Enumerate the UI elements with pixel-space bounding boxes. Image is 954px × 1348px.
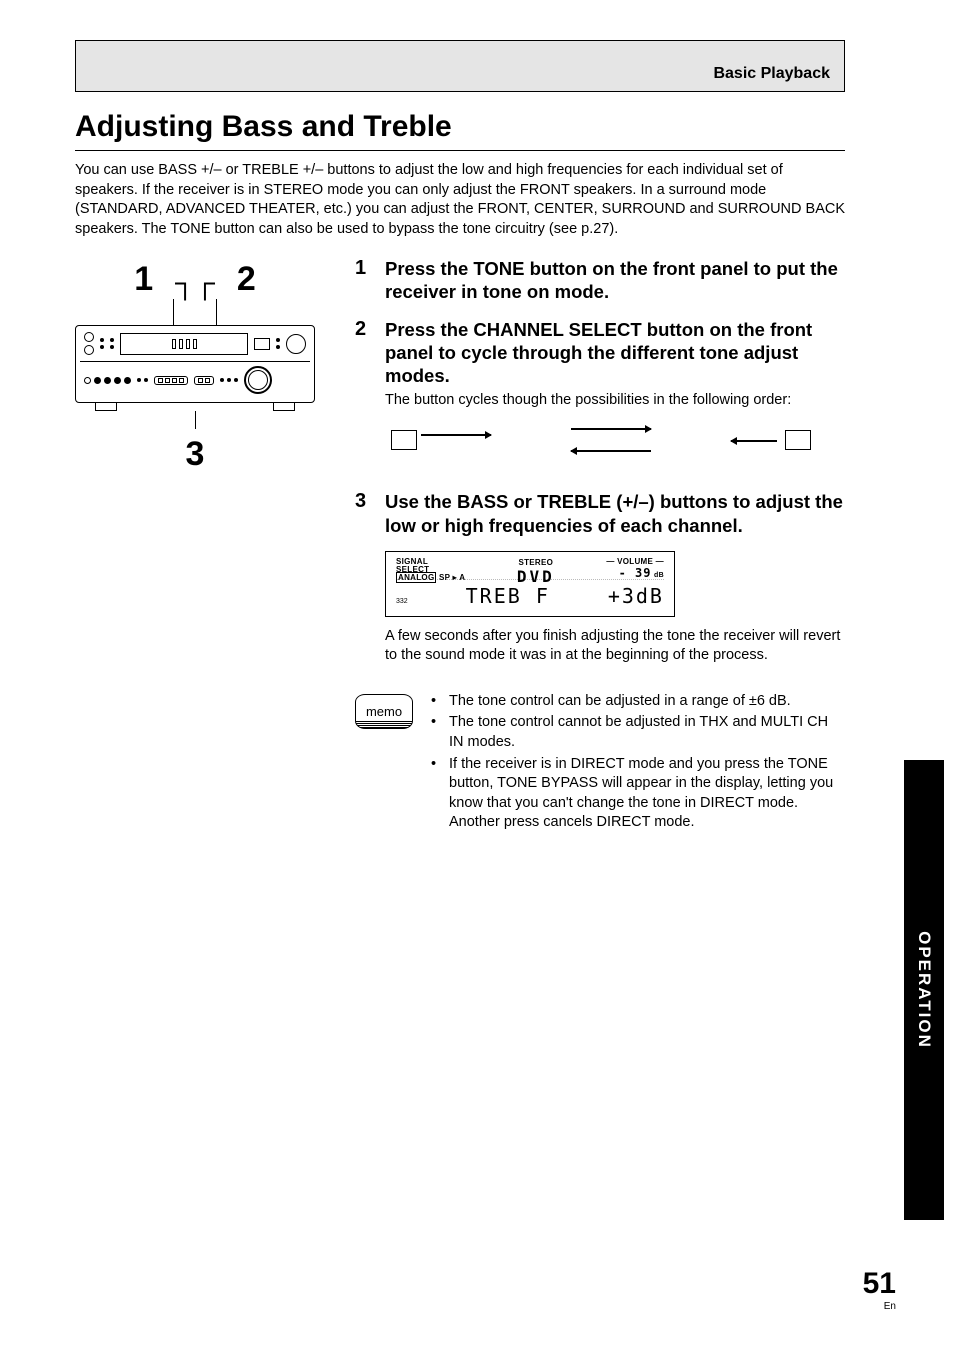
lcd-volume-label: — VOLUME — — [606, 558, 664, 566]
cycle-diagram — [385, 424, 845, 458]
page-title: Adjusting Bass and Treble — [75, 110, 845, 151]
memo-text: The tone control cannot be adjusted in T… — [449, 713, 845, 752]
step-1: 1 Press the TONE button on the front pan… — [355, 257, 845, 303]
step-after-text: A few seconds after you finish adjusting… — [385, 627, 845, 666]
lcd-volume-value: - 39 — [619, 566, 652, 580]
memo-item: •The tone control can be adjusted in a r… — [431, 692, 845, 712]
page-number-block: 51 En — [863, 1267, 896, 1312]
callout-2: 2 — [237, 260, 256, 299]
step-heading: Press the TONE button on the front panel… — [385, 257, 845, 303]
lcd-treb-value: +3dB — [608, 584, 664, 608]
device-diagram: 1 ┐┌ 2 — [75, 257, 315, 474]
memo-text: The tone control can be adjusted in a ra… — [449, 692, 791, 712]
page-number: 51 — [863, 1267, 896, 1301]
lcd-volume-unit: dB — [654, 572, 664, 579]
step-number: 3 — [355, 490, 373, 665]
lcd-stereo-label: STEREO — [518, 558, 553, 567]
step-number: 2 — [355, 318, 373, 477]
memo-block: memo •The tone control can be adjusted i… — [355, 692, 845, 835]
step-2: 2 Press the CHANNEL SELECT button on the… — [355, 318, 845, 477]
step-heading: Press the CHANNEL SELECT button on the f… — [385, 318, 845, 387]
step-heading: Use the BASS or TREBLE (+/–) buttons to … — [385, 490, 845, 536]
page-language: En — [863, 1301, 896, 1312]
lcd-analog-label: ANALOG — [396, 572, 436, 583]
step-text: The button cycles though the possibiliti… — [385, 391, 845, 411]
step-number: 1 — [355, 257, 373, 303]
callout-3: 3 — [75, 435, 315, 474]
intro-paragraph: You can use BASS +/– or TREBLE +/– butto… — [75, 161, 845, 239]
memo-item: •If the receiver is in DIRECT mode and y… — [431, 755, 845, 833]
step-3: 3 Use the BASS or TREBLE (+/–) buttons t… — [355, 490, 845, 665]
section-label: Basic Playback — [713, 65, 830, 83]
section-header: Basic Playback — [75, 40, 845, 92]
callout-bracket-icon: ┐┌ — [175, 269, 215, 297]
side-tab: OPERATION — [904, 760, 944, 1220]
lcd-display: SIGNAL SELECT ANALOG SP ▸ A STEREO DVD —… — [385, 551, 675, 617]
memo-icon: memo — [355, 694, 413, 835]
lcd-treb-label: TREB F — [466, 584, 550, 608]
side-tab-label: OPERATION — [914, 931, 934, 1049]
memo-label: memo — [355, 702, 413, 721]
memo-text: If the receiver is in DIRECT mode and yo… — [449, 755, 845, 833]
memo-item: •The tone control cannot be adjusted in … — [431, 713, 845, 752]
lcd-speaker-label: SP ▸ A — [439, 573, 465, 582]
callout-1: 1 — [134, 260, 153, 299]
lcd-tiny-label: 332 — [396, 598, 408, 605]
